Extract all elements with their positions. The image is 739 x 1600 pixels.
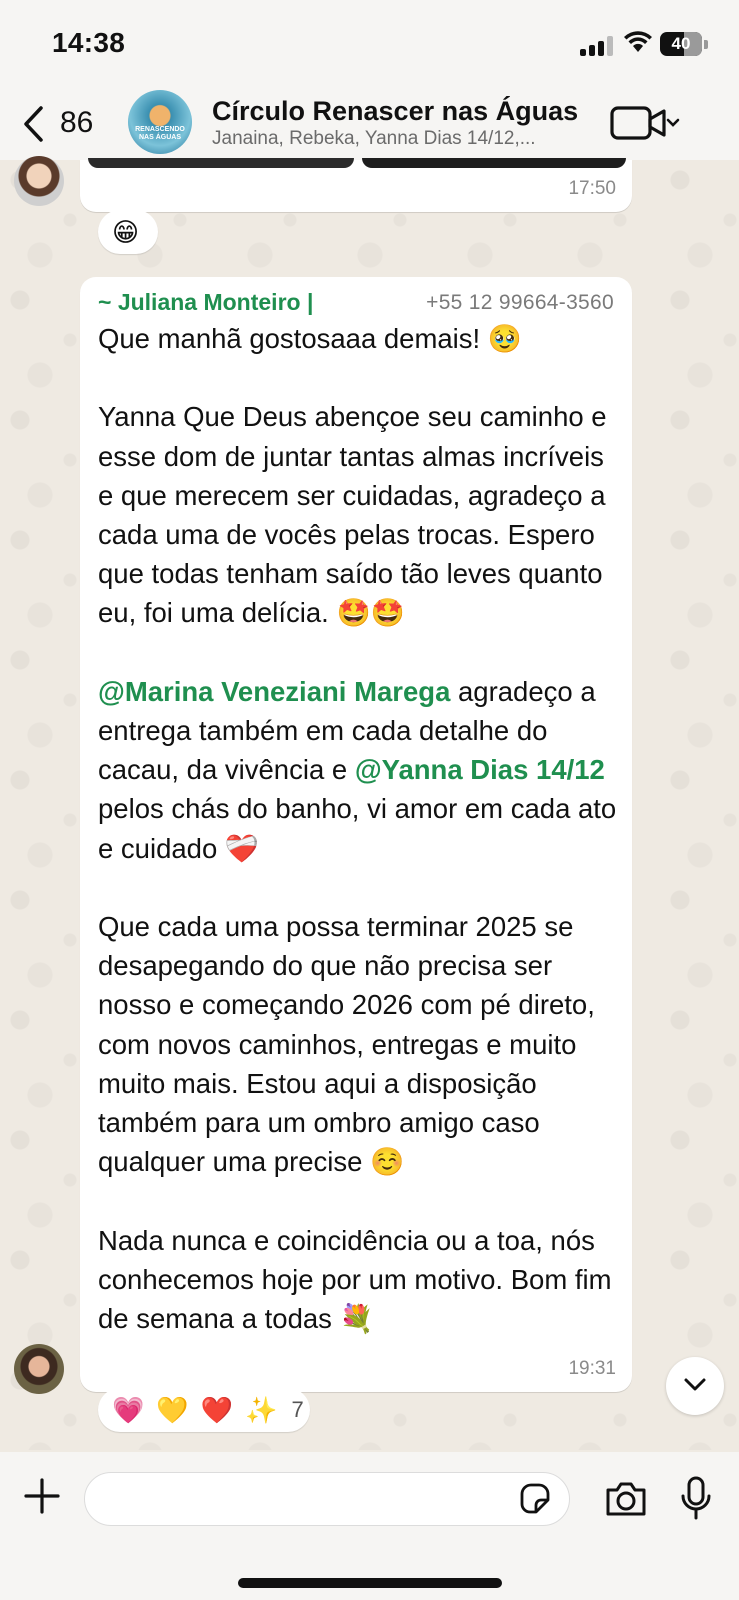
status-time: 14:38	[52, 27, 126, 58]
message-input-field[interactable]	[84, 1472, 570, 1526]
reaction-pill[interactable]: 😁	[98, 210, 158, 254]
battery-icon: 40	[660, 32, 702, 56]
avatar[interactable]	[14, 156, 64, 206]
reaction-emoji: ✨	[245, 1394, 278, 1425]
sender-row: ~ Juliana Monteiro | +55 12 99664-3560	[98, 289, 614, 319]
message-time: 19:31	[568, 1358, 616, 1379]
status-bar: 14:38 40	[0, 0, 739, 86]
message-text: Que manhã gostosaaa demais! 🥹 Yanna Que …	[98, 319, 618, 1338]
image-thumbnail[interactable]	[88, 158, 354, 168]
reaction-emoji: 😁	[112, 216, 140, 247]
message-paragraph: Nada nunca e coincidência ou a toa, nós …	[98, 1224, 620, 1335]
previous-message-bubble[interactable]: 17:50	[80, 158, 632, 212]
battery-level: 40	[671, 34, 691, 53]
sticker-icon[interactable]	[518, 1482, 552, 1516]
microphone-icon[interactable]	[680, 1476, 712, 1522]
reaction-emoji: 💛	[156, 1394, 189, 1425]
sender-phone[interactable]: +55 12 99664-3560	[426, 291, 614, 315]
scroll-down-button[interactable]	[666, 1357, 724, 1415]
reaction-pill[interactable]: 💗 💛 ❤️ ✨ 7	[98, 1388, 310, 1432]
chevron-left-icon[interactable]	[20, 104, 46, 144]
chat-title[interactable]: Círculo Renascer nas Águas	[212, 96, 578, 127]
message-input[interactable]	[105, 1483, 505, 1515]
chevron-down-icon	[684, 1378, 706, 1391]
reaction-count: 7	[291, 1397, 304, 1422]
avatar-logo-text: RENASCENDO NAS ÁGUAS	[135, 126, 185, 141]
message-bubble[interactable]: ~ Juliana Monteiro | +55 12 99664-3560 Q…	[80, 277, 632, 1392]
message-time: 17:50	[568, 178, 616, 199]
image-thumbnail[interactable]	[362, 158, 626, 168]
reaction-emoji: 💗	[112, 1394, 145, 1425]
reaction-emoji: ❤️	[200, 1394, 234, 1425]
mention-link[interactable]: @Marina Veneziani Marega	[98, 676, 450, 707]
home-indicator[interactable]	[238, 1578, 502, 1588]
chat-header: 86 RENASCENDO NAS ÁGUAS Círculo Renascer…	[0, 86, 739, 162]
video-call-icon[interactable]	[610, 104, 680, 142]
signal-icon	[580, 36, 614, 56]
unread-count[interactable]: 86	[60, 106, 93, 140]
chat-members[interactable]: Janaina, Rebeka, Yanna Dias 14/12,...	[212, 128, 582, 150]
sender-name[interactable]: ~ Juliana Monteiro |	[98, 289, 313, 316]
camera-icon[interactable]	[604, 1480, 648, 1518]
plus-icon[interactable]	[22, 1476, 62, 1516]
message-paragraph: Que cada uma possa terminar 2025 se desa…	[98, 911, 603, 1178]
mention-link[interactable]: @Yanna Dias 14/12	[355, 754, 605, 785]
group-avatar[interactable]: RENASCENDO NAS ÁGUAS	[128, 90, 192, 154]
message-paragraph: Que manhã gostosaaa demais! 🥹	[98, 323, 523, 354]
avatar[interactable]	[14, 1344, 64, 1394]
message-paragraph: Yanna Que Deus abençoe seu caminho e ess…	[98, 401, 615, 629]
wifi-icon	[624, 31, 652, 52]
